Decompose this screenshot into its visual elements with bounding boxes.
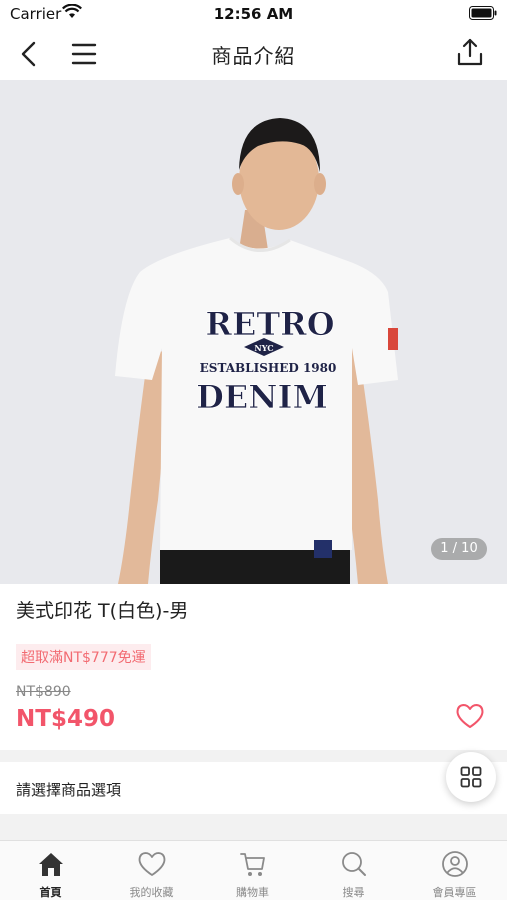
page-title: 商品介紹 [211,44,296,68]
product-photo: RETRO NYC ESTABLISHED 1980 DENIM [0,80,507,584]
shirt-print-badge: NYC [254,343,273,353]
image-page-counter: 1 / 10 [431,538,487,560]
home-icon [39,853,63,876]
tab-cart[interactable]: 購物車 [202,841,303,900]
tab-label: 購物車 [236,886,269,899]
shirt-print-line3: DENIM [196,378,328,416]
cart-icon [240,853,265,876]
share-icon[interactable] [453,36,487,70]
search-icon [342,852,366,876]
status-bar: Carrier 12:56 AM [0,0,507,28]
tab-label: 搜尋 [342,886,365,899]
battery-icon [469,6,497,20]
product-image-carousel[interactable]: RETRO NYC ESTABLISHED 1980 DENIM 1 / 10 [0,80,507,584]
product-name: 美式印花 T(白色)-男 [16,600,189,622]
grid-icon [460,766,482,788]
tab-label: 我的收藏 [129,886,174,899]
tab-member[interactable]: 會員專區 [404,841,505,900]
product-info-card: 美式印花 T(白色)-男 超取滿NT$777免運 NT$890 NT$490 [0,584,507,750]
floating-grid-button[interactable] [446,752,496,802]
shipping-promo-badge: 超取滿NT$777免運 [16,644,151,670]
product-option-selector[interactable]: 請選擇商品選項 [0,762,507,814]
shirt-print-line1: RETRO [205,305,334,343]
tab-search[interactable]: 搜尋 [303,841,404,900]
bottom-tab-bar: 首頁 我的收藏 購物車 搜尋 會員專區 [0,840,507,900]
original-price: NT$890 [16,684,71,700]
heart-icon [138,852,166,876]
tab-favorites[interactable]: 我的收藏 [101,841,202,900]
tab-label: 會員專區 [432,886,477,899]
nav-bar: 商品介紹 [0,28,507,80]
tab-label: 首頁 [39,886,62,899]
favorite-heart-icon[interactable] [455,702,485,730]
shirt-print-line2: ESTABLISHED 1980 [200,361,337,375]
sale-price: NT$490 [16,706,115,732]
status-time: 12:56 AM [213,5,294,23]
user-icon [442,851,468,877]
option-selector-label: 請選擇商品選項 [16,781,122,799]
tab-home[interactable]: 首頁 [0,841,101,900]
